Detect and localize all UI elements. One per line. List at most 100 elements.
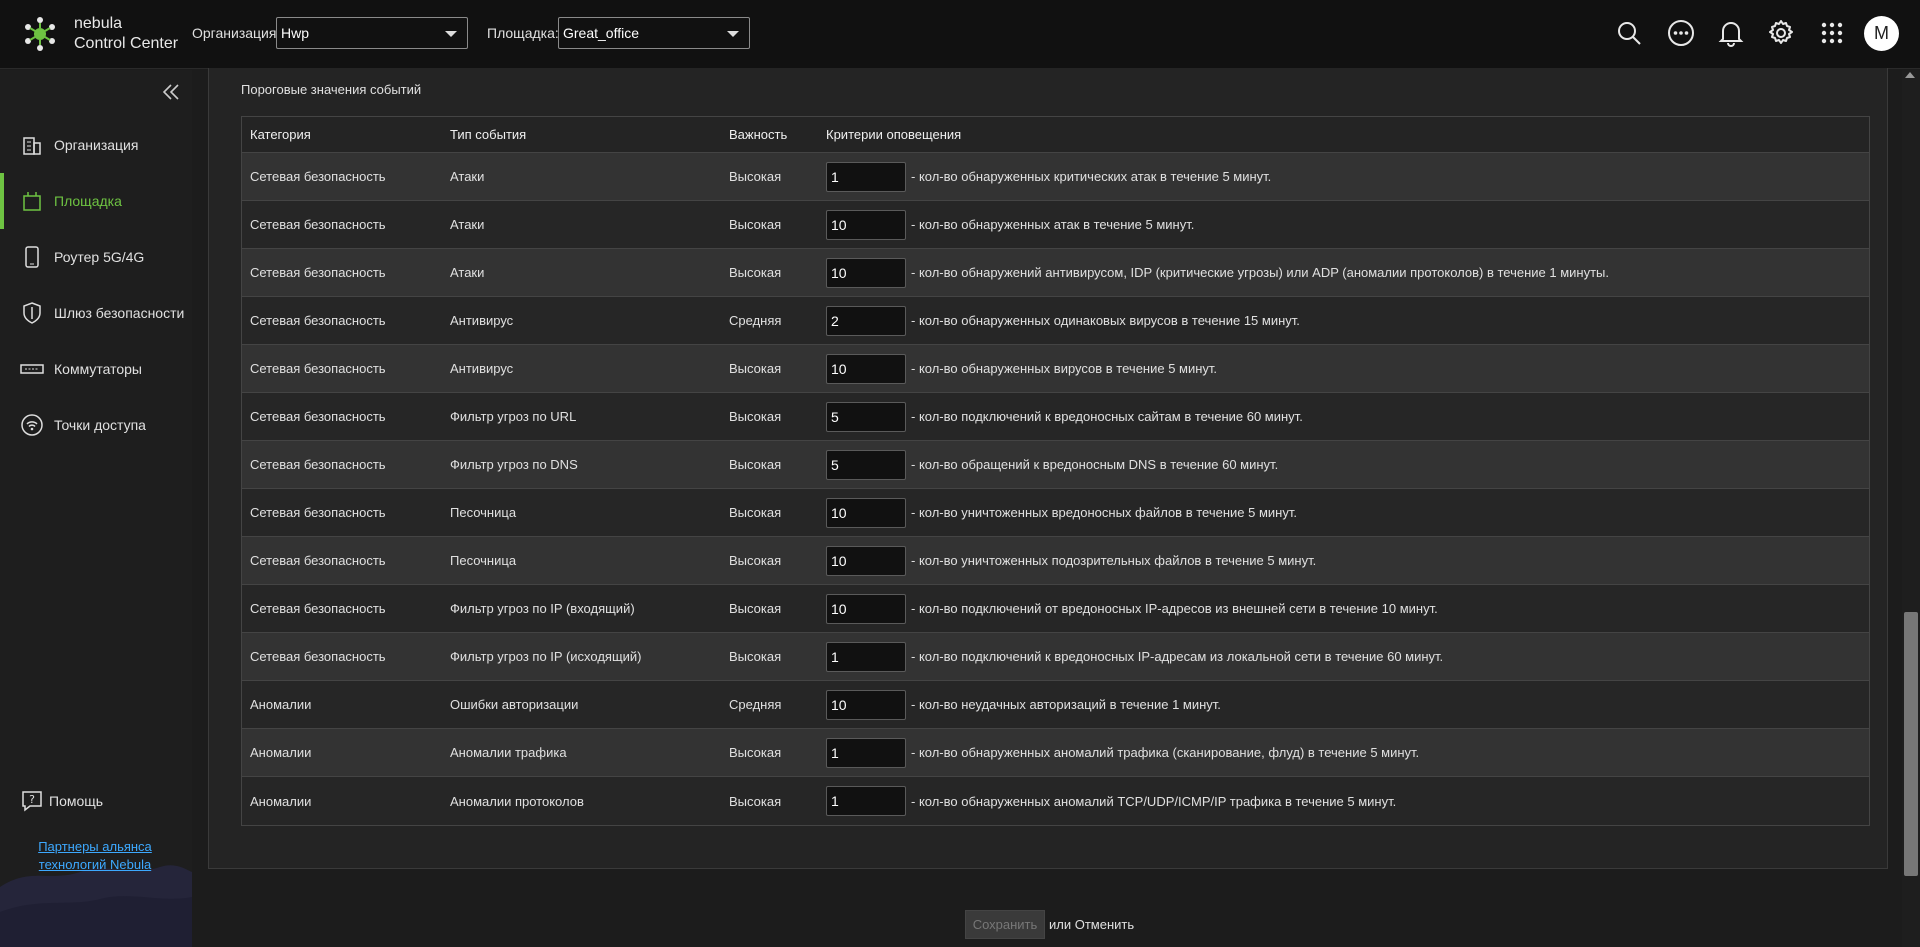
scrollbar-thumb[interactable] xyxy=(1904,612,1918,876)
building-icon xyxy=(19,132,45,158)
cell-criteria: - кол-во подключений к вредоносных IP-ад… xyxy=(826,641,1443,672)
save-button[interactable]: Сохранить xyxy=(965,910,1045,939)
cell-severity: Средняя xyxy=(729,313,782,328)
cell-event-type: Аномалии трафика xyxy=(450,745,567,760)
org-select[interactable]: Hwp xyxy=(276,17,468,49)
threshold-input[interactable] xyxy=(826,401,906,432)
threshold-input[interactable] xyxy=(826,449,906,480)
sidebar-item-site[interactable]: Площадка xyxy=(0,173,192,229)
site-select[interactable]: Great_office xyxy=(558,17,750,49)
threshold-input[interactable] xyxy=(826,689,906,720)
sidebar-item-label: Точки доступа xyxy=(54,417,146,433)
cell-severity: Высокая xyxy=(729,505,782,520)
cell-criteria: - кол-во обнаруженных аномалий TCP/UDP/I… xyxy=(826,786,1396,816)
table-row: Аномалии Ошибки авторизации Средняя - кол-в… xyxy=(242,681,1869,729)
table-row: Сетевая безопасность Песочница Высокая - ко… xyxy=(242,537,1869,585)
cell-event-type: Антивирус xyxy=(450,361,514,376)
cell-criteria: - кол-во уничтоженных вредоносных файлов… xyxy=(826,497,1297,528)
sidebar-item-organization[interactable]: Организация xyxy=(0,117,192,173)
cell-severity: Высокая xyxy=(729,409,782,424)
cell-category: Сетевая безопасность xyxy=(250,505,386,520)
cell-event-type: Ошибки авторизации xyxy=(450,697,579,712)
scroll-up-arrow-icon[interactable] xyxy=(1905,72,1915,78)
cell-severity: Высокая xyxy=(729,217,782,232)
brand-title: nebula Control Center xyxy=(74,14,178,54)
sidebar-item-label: Организация xyxy=(54,137,139,153)
cell-category: Сетевая безопасность xyxy=(250,169,386,184)
criteria-text: - кол-во обнаруженных атак в течение 5 м… xyxy=(911,217,1195,232)
cell-criteria: - кол-во обнаружений антивирусом, IDP (к… xyxy=(826,257,1609,288)
threshold-input[interactable] xyxy=(826,305,906,336)
search-icon[interactable] xyxy=(1614,17,1644,49)
threshold-input[interactable] xyxy=(826,737,906,768)
site-label: Площадка: xyxy=(487,25,559,41)
cancel-link[interactable]: или Отменить xyxy=(1049,917,1134,932)
cell-criteria: - кол-во обнаруженных аномалий трафика (… xyxy=(826,737,1420,768)
cell-severity: Высокая xyxy=(729,601,782,616)
cell-category: Сетевая безопасность xyxy=(250,265,386,280)
org-label: Организация: xyxy=(192,25,281,41)
criteria-text: - кол-во подключений от вредоносных IP-а… xyxy=(911,601,1438,616)
partners-line-2: технологий Nebula xyxy=(38,857,152,872)
gear-icon[interactable] xyxy=(1766,17,1796,49)
threshold-input[interactable] xyxy=(826,209,906,240)
threshold-input[interactable] xyxy=(826,257,906,288)
threshold-input[interactable] xyxy=(826,786,906,816)
cell-severity: Высокая xyxy=(729,457,782,472)
cell-criteria: - кол-во обнаруженных атак в течение 5 м… xyxy=(826,209,1195,240)
help-link[interactable]: ? Помощь xyxy=(19,788,103,814)
cell-event-type: Аномалии протоколов xyxy=(450,793,584,809)
cell-event-type: Антивирус xyxy=(450,313,514,328)
sidebar-item-security-gateway[interactable]: Шлюз безопасности xyxy=(0,285,192,341)
cell-criteria: - кол-во обнаруженных критических атак в… xyxy=(826,161,1271,192)
more-icon[interactable] xyxy=(1666,17,1696,49)
cell-criteria: - кол-во уничтоженных подозрительных фай… xyxy=(826,545,1316,576)
column-header-event-type: Тип события xyxy=(450,127,527,142)
sidebar-item-access-points[interactable]: Точки доступа xyxy=(0,397,192,453)
bell-icon[interactable] xyxy=(1716,17,1746,49)
column-header-criteria: Критерии оповещения xyxy=(826,127,962,142)
cell-event-type: Фильтр угроз по DNS xyxy=(450,457,578,472)
cell-event-type: Атаки xyxy=(450,265,485,280)
user-avatar[interactable]: M xyxy=(1864,16,1899,51)
criteria-text: - кол-во обращений к вредоносным DNS в т… xyxy=(911,457,1279,472)
cell-category: Аномалии xyxy=(250,697,312,712)
table-row: Сетевая безопасность Фильтр угроз по URL В… xyxy=(242,393,1869,441)
sidebar-item-label: Шлюз безопасности xyxy=(54,305,185,321)
threshold-input[interactable] xyxy=(826,161,906,192)
switch-icon xyxy=(19,356,45,382)
table-row: Сетевая безопасность Антивирус Высокая - ко… xyxy=(242,345,1869,393)
brand-line-2: Control Center xyxy=(74,35,179,52)
sidebar-item-switches[interactable]: Коммутаторы xyxy=(0,341,192,397)
cell-category: Сетевая безопасность xyxy=(250,217,386,232)
criteria-text: - кол-во обнаруженных аномалий трафика (… xyxy=(911,745,1420,760)
cell-category: Сетевая безопасность xyxy=(250,361,386,376)
nebula-logo-icon[interactable] xyxy=(22,14,58,54)
column-header-category: Категория xyxy=(250,127,311,142)
cell-event-type: Песочница xyxy=(450,553,517,568)
partners-link[interactable]: Партнеры альянса технологий Nebula xyxy=(20,838,170,874)
collapse-sidebar-icon[interactable] xyxy=(160,82,182,102)
help-label: Помощь xyxy=(49,793,104,809)
threshold-input[interactable] xyxy=(826,545,906,576)
threshold-input[interactable] xyxy=(826,593,906,624)
site-select-value: Great_office xyxy=(563,25,640,41)
criteria-text: - кол-во обнаруженных вирусов в течение … xyxy=(911,361,1218,376)
threshold-input[interactable] xyxy=(826,353,906,384)
table-row: Сетевая безопасность Песочница Высокая - ко… xyxy=(242,489,1869,537)
threshold-input[interactable] xyxy=(826,497,906,528)
sidebar-item-label: Коммутаторы xyxy=(54,361,142,377)
cell-category: Аномалии xyxy=(250,745,312,760)
chevron-down-icon xyxy=(445,31,457,37)
threshold-input[interactable] xyxy=(826,641,906,672)
cell-criteria: - кол-во подключений к вредоносных сайта… xyxy=(826,401,1303,432)
table-row: Аномалии Аномалии протоколов Высокая - кол-… xyxy=(242,777,1869,825)
cell-event-type: Фильтр угроз по IP (исходящий) xyxy=(450,649,642,664)
cell-category: Сетевая безопасность xyxy=(250,313,386,328)
criteria-text: - кол-во подключений к вредоносных сайта… xyxy=(911,409,1303,424)
sidebar-item-router[interactable]: Роутер 5G/4G xyxy=(0,229,192,285)
cell-criteria: - кол-во обращений к вредоносным DNS в т… xyxy=(826,449,1279,480)
table-row: Сетевая безопасность Атаки Высокая - кол-во… xyxy=(242,249,1869,297)
criteria-text: - кол-во обнаруженных одинаковых вирусов… xyxy=(911,313,1300,328)
apps-grid-icon[interactable] xyxy=(1817,17,1847,49)
